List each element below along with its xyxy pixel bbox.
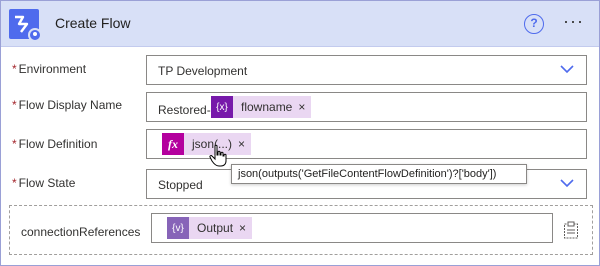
expression-tooltip: json(outputs('GetFileContentFlowDefiniti… — [231, 164, 527, 184]
environment-value: TP Development — [158, 64, 248, 78]
output-token[interactable]: {v} Output × — [167, 217, 253, 239]
chevron-down-icon[interactable] — [560, 178, 574, 188]
function-icon: fx — [162, 133, 184, 155]
state-value: Stopped — [158, 178, 203, 192]
required-mark: * — [12, 62, 17, 76]
state-label: * Flow State — [12, 176, 75, 190]
required-mark: * — [12, 176, 17, 190]
connection-references-field[interactable]: {v} Output × — [151, 213, 553, 243]
required-mark: * — [12, 137, 17, 151]
chevron-down-icon[interactable] — [560, 64, 574, 74]
card-header[interactable]: Create Flow ? ··· — [1, 1, 599, 47]
state-label-text: Flow State — [18, 176, 76, 190]
environment-label: * Environment — [12, 62, 86, 76]
definition-label-text: Flow Definition — [18, 137, 98, 151]
token-label: Output — [197, 221, 234, 235]
environment-dropdown[interactable]: TP Development — [146, 55, 587, 85]
create-flow-card: Create Flow ? ··· * Environment TP Develo… — [0, 0, 600, 266]
power-automate-icon — [9, 9, 42, 42]
environment-label-text: Environment — [18, 62, 87, 76]
hand-cursor-icon — [209, 144, 229, 168]
connection-references-section: connectionReferences {v} Output × — [9, 205, 593, 255]
expression-token[interactable]: fx json(...) × — [162, 133, 252, 155]
required-mark: * — [12, 98, 17, 112]
variable-icon: {v} — [167, 217, 189, 239]
variable-icon: {x} — [211, 96, 233, 118]
display-name-field[interactable]: Restored- {x} flowname × — [146, 92, 587, 122]
card-title: Create Flow — [55, 15, 131, 31]
definition-label: * Flow Definition — [12, 137, 97, 151]
display-name-prefix: Restored- — [158, 103, 211, 117]
display-name-label-text: Flow Display Name — [18, 98, 123, 112]
flowname-token[interactable]: {x} flowname × — [211, 96, 312, 118]
remove-token-icon[interactable]: × — [298, 100, 311, 114]
token-label: flowname — [241, 100, 293, 114]
clipboard-icon[interactable] — [563, 221, 579, 239]
more-options-icon[interactable]: ··· — [563, 11, 589, 31]
remove-token-icon[interactable]: × — [239, 221, 252, 235]
user-badge-icon — [28, 28, 42, 42]
help-icon[interactable]: ? — [524, 14, 544, 34]
connection-references-label: connectionReferences — [21, 225, 141, 239]
display-name-label: * Flow Display Name — [12, 98, 122, 112]
remove-token-icon[interactable]: × — [238, 137, 251, 151]
